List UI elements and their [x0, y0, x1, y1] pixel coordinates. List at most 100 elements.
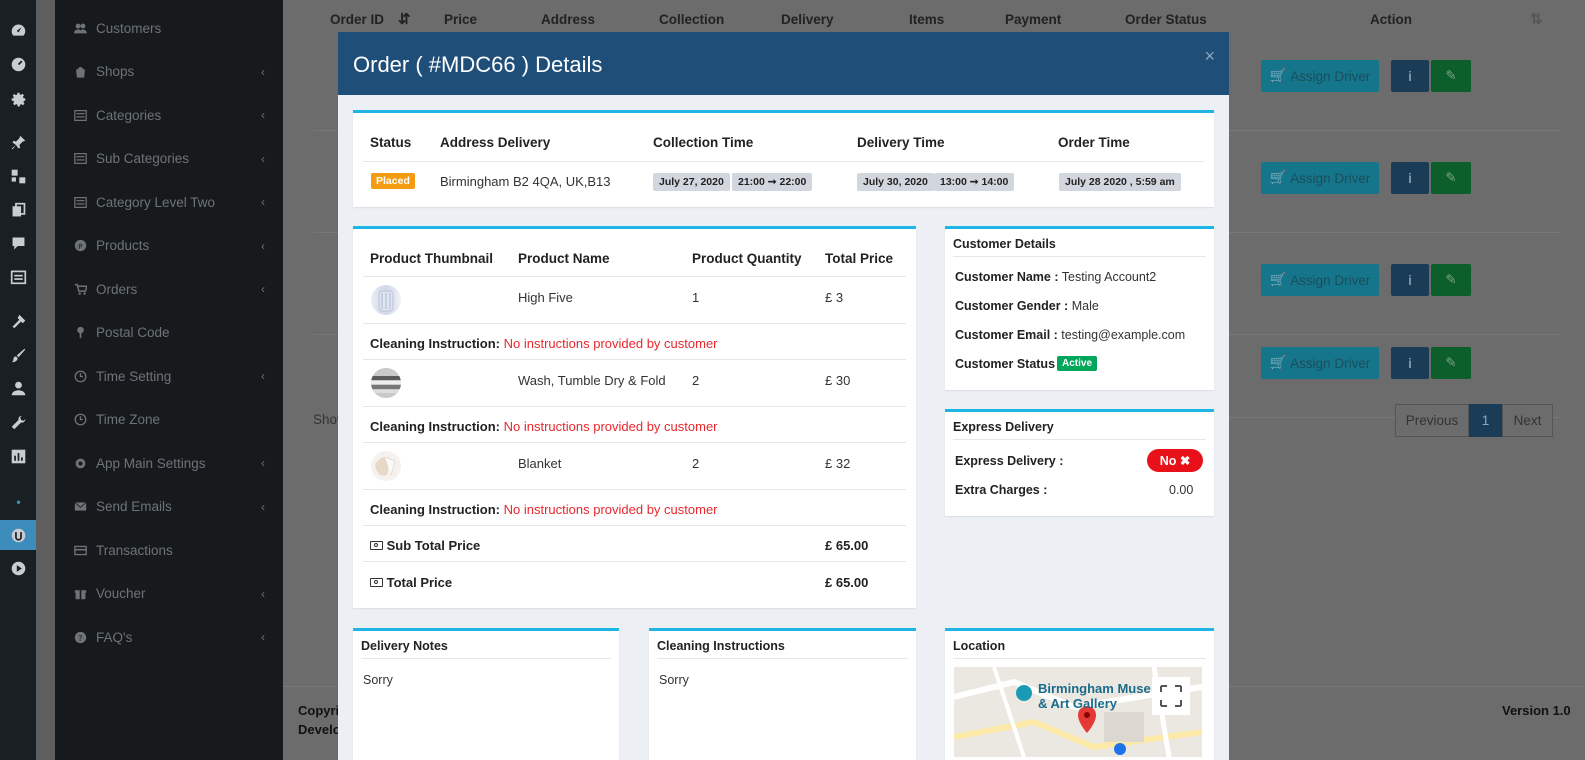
col-collection[interactable]: Collection [659, 12, 724, 27]
product-thumbnail [371, 451, 401, 481]
customer-name-value: Testing Account2 [1061, 270, 1157, 284]
instruction-value: No instructions provided by customer [503, 336, 718, 351]
calendar-icon[interactable] [8, 266, 28, 286]
sidebar-item-faq-s[interactable]: ? FAQ's ‹ [55, 622, 283, 652]
sidebar-item-send-emails[interactable]: Send Emails ‹ [55, 492, 283, 522]
active-badge: Active [1057, 356, 1098, 371]
modal-header: Order ( #MDC66 ) Details × [338, 32, 1229, 95]
cleaning-instruction: Cleaning Instruction: No instructions pr… [370, 336, 718, 351]
money-icon [370, 541, 383, 550]
sidebar-item-postal-code[interactable]: Postal Code [55, 318, 283, 348]
sort-icon[interactable]: ⇅ [1530, 10, 1543, 28]
comment-icon[interactable] [8, 233, 28, 253]
assign-driver-button[interactable]: 🛒 Assign Driver [1261, 347, 1379, 379]
list-icon [73, 152, 87, 166]
sidebar-item-label: Send Emails [96, 499, 172, 514]
edit-button[interactable]: ✎ [1431, 60, 1471, 92]
info-button[interactable]: i [1391, 347, 1429, 379]
sidebar-item-categories[interactable]: Categories ‹ [55, 100, 283, 130]
location-map[interactable]: Birmingham Muse & Art Gallery [954, 667, 1202, 757]
info-button[interactable]: i [1391, 162, 1429, 194]
cart-icon: 🛒 [1269, 68, 1291, 83]
col-order-id[interactable]: Order ID [330, 12, 384, 27]
sidebar-item-sub-categories[interactable]: Sub Categories ‹ [55, 144, 283, 174]
status-badge: Placed [371, 173, 415, 189]
instruction-value: No instructions provided by customer [503, 419, 718, 434]
play-icon[interactable] [8, 558, 28, 578]
col-action[interactable]: Action [1370, 12, 1412, 27]
customer-email-value: testing@example.com [1061, 328, 1186, 342]
col-order-status[interactable]: Order Status [1125, 12, 1207, 27]
sidebar-item-time-zone[interactable]: Time Zone [55, 405, 283, 435]
col-payment[interactable]: Payment [1005, 12, 1061, 27]
sidebar-item-orders[interactable]: Orders ‹ [55, 274, 283, 304]
total-row: Total Price [370, 575, 452, 590]
sidebar-item-transactions[interactable]: Transactions [55, 535, 283, 565]
product-icon: P [73, 239, 87, 253]
user-icon[interactable] [8, 378, 28, 398]
col-price[interactable]: Price [444, 12, 477, 27]
sidebar-item-products[interactable]: P Products ‹ [55, 231, 283, 261]
sidebar-item-label: Customers [96, 20, 162, 36]
edit-button[interactable]: ✎ [1431, 347, 1471, 379]
pin-icon [73, 326, 87, 340]
sidebar-item-voucher[interactable]: Voucher ‹ [55, 579, 283, 609]
pin-icon[interactable] [8, 132, 28, 152]
close-icon[interactable]: × [1204, 46, 1215, 67]
collection-slot-chip: 21:00 ➞ 22:00 [732, 173, 813, 191]
chevron-left-icon: ‹ [261, 456, 265, 470]
product-qty: 1 [692, 290, 700, 305]
dashboard-icon[interactable] [8, 20, 28, 40]
svg-text:?: ? [78, 632, 82, 642]
brush-icon[interactable] [8, 345, 28, 365]
map-label: & Art Gallery [1038, 696, 1117, 711]
sidebar-item-shops[interactable]: Shops ‹ [55, 57, 283, 87]
wrench-icon[interactable] [8, 412, 28, 432]
sidebar-item-time-setting[interactable]: Time Setting ‹ [55, 361, 283, 391]
col-delivery[interactable]: Delivery [781, 12, 834, 27]
edit-button[interactable]: ✎ [1431, 264, 1471, 296]
sidebar-item-category-level-two[interactable]: Category Level Two ‹ [55, 187, 283, 217]
previous-button[interactable]: Previous [1395, 404, 1469, 437]
sidebar-item-label: Voucher [96, 586, 146, 601]
customer-status-label: Customer Status : [955, 357, 1063, 371]
assign-driver-button[interactable]: 🛒 Assign Driver [1261, 162, 1379, 194]
divider [363, 406, 906, 407]
chart-icon[interactable] [8, 446, 28, 466]
delivery-notes-title: Delivery Notes [361, 639, 448, 653]
chevron-left-icon: ‹ [261, 282, 265, 296]
edit-button[interactable]: ✎ [1431, 162, 1471, 194]
page-1-button[interactable]: 1 [1469, 404, 1502, 437]
info-button[interactable]: i [1391, 60, 1429, 92]
products-header-name: Product Name [518, 251, 610, 266]
col-address[interactable]: Address [541, 12, 595, 27]
next-button[interactable]: Next [1502, 404, 1553, 437]
copy-icon[interactable] [8, 200, 28, 220]
gauge-icon[interactable] [8, 54, 28, 74]
sidebar-item-customers[interactable]: Customers [55, 13, 283, 43]
cart-icon: 🛒 [1269, 170, 1291, 185]
sidebar-item-app-main-settings[interactable]: App Main Settings ‹ [55, 448, 283, 478]
sort-icon[interactable]: ⇵ [398, 10, 411, 28]
col-items[interactable]: Items [909, 12, 944, 27]
question-icon: ? [73, 630, 87, 644]
product-price: £ 32 [825, 456, 851, 471]
sidebar-item-label: FAQ's [96, 629, 133, 645]
hammer-icon[interactable] [8, 311, 28, 331]
gear-icon[interactable] [8, 89, 28, 109]
info-button[interactable]: i [1391, 264, 1429, 296]
sitemap-icon[interactable] [8, 166, 28, 186]
customer-gender-label: Customer Gender : [955, 299, 1069, 313]
assign-driver-button[interactable]: 🛒 Assign Driver [1261, 60, 1379, 92]
product-thumbnail [371, 285, 401, 315]
product-name: High Five [518, 290, 573, 305]
assign-driver-label: Assign Driver [1290, 170, 1371, 186]
sidebar-nav: Customers Shops ‹ Categories ‹ Sub Categories… [55, 0, 283, 760]
card-icon [73, 543, 87, 557]
divider [363, 561, 906, 562]
order-details-modal: Order ( #MDC66 ) Details × Status Addres… [338, 32, 1229, 760]
app-logo-icon[interactable] [8, 525, 28, 545]
assign-driver-button[interactable]: 🛒 Assign Driver [1261, 264, 1379, 296]
gift-icon [73, 587, 87, 601]
customer-details-box: Customer Details Customer Name : Testing… [945, 226, 1214, 390]
